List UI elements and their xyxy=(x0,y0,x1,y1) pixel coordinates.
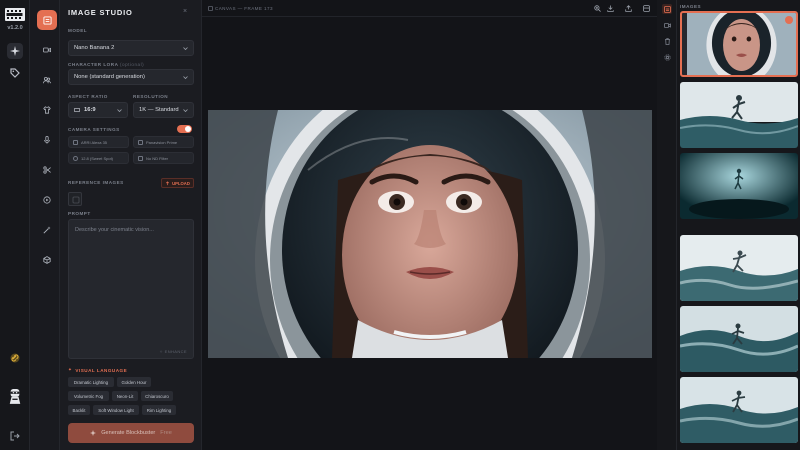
chip-rim-lighting[interactable]: Rim Lighting xyxy=(142,405,176,415)
character-lora-value: None (standard generation) xyxy=(74,74,145,80)
aspect-ratio-label: ASPECT RATIO xyxy=(68,94,108,99)
thumb-underwater-swimmer-4[interactable] xyxy=(680,306,798,372)
canvas-icon xyxy=(208,6,213,11)
chip-backlit[interactable]: Backlit xyxy=(68,405,90,415)
tool-column xyxy=(30,0,60,450)
aspect-ratio-select[interactable]: 16:9 xyxy=(68,102,128,118)
scissors-icon[interactable] xyxy=(40,163,54,177)
selected-badge-icon xyxy=(785,16,793,24)
prompt-label: PROMPT xyxy=(68,211,91,216)
aspect-ratio-value: 16:9 xyxy=(84,107,96,113)
close-icon[interactable]: × xyxy=(183,8,187,15)
upload-icon xyxy=(166,180,170,185)
rectangle-icon xyxy=(74,108,80,112)
thumb-underwater-swimmer-1[interactable] xyxy=(680,82,798,148)
character-lora-select[interactable]: None (standard generation) xyxy=(68,69,194,85)
breadcrumb: CANVAS — FRAME 173 xyxy=(208,6,273,11)
resolution-label: RESOLUTION xyxy=(133,94,169,99)
chip-volumetric-fog[interactable]: Volumetric Fog xyxy=(68,391,109,401)
trash-icon[interactable] xyxy=(662,36,672,46)
reference-images-label: REFERENCE IMAGES xyxy=(68,180,124,185)
canvas-toolbar: CANVAS — FRAME 173 xyxy=(202,0,657,17)
layout-icon[interactable] xyxy=(642,4,651,13)
shirt-icon[interactable] xyxy=(40,103,54,117)
camera-settings-toggle[interactable] xyxy=(177,125,192,133)
thumb-underwater-swimmer-5[interactable] xyxy=(680,377,798,443)
canvas-area: CANVAS — FRAME 173 xyxy=(202,0,657,450)
chip-dramatic-lighting[interactable]: Dramatic Lighting xyxy=(68,377,114,387)
model-value: Nano Banana 2 xyxy=(74,45,115,51)
panel-title: IMAGE STUDIO xyxy=(68,8,133,17)
visual-language-label: ✦ VISUAL LANGUAGE xyxy=(68,367,128,373)
thumb-astronaut-portrait[interactable] xyxy=(680,11,798,77)
tag-icon[interactable] xyxy=(7,65,23,81)
chip-soft-window-light[interactable]: Soft Window Light xyxy=(93,405,139,415)
download-icon[interactable] xyxy=(606,4,615,13)
chevron-down-icon xyxy=(183,76,188,80)
chip-golden-hour[interactable]: Golden Hour xyxy=(117,377,151,387)
resolution-value: 1K — Standard xyxy=(139,107,179,113)
magic-wand-icon[interactable] xyxy=(40,223,54,237)
enhance-button[interactable]: ✧ ENHANCE xyxy=(159,349,187,354)
gear-icon[interactable] xyxy=(662,52,672,62)
image-gallery: IMAGES xyxy=(657,0,800,450)
sparkles-icon[interactable] xyxy=(7,43,23,59)
filter-select[interactable]: No ND Filter xyxy=(133,152,194,164)
mic-icon[interactable] xyxy=(40,133,54,147)
logout-icon[interactable] xyxy=(7,428,23,444)
thumb-underwater-swimmer-3[interactable] xyxy=(680,235,798,301)
gallery-title: IMAGES xyxy=(680,4,702,9)
share-icon[interactable] xyxy=(624,4,633,13)
upload-button[interactable]: UPLOAD xyxy=(161,178,194,188)
chevron-down-icon xyxy=(183,109,188,113)
link-chain-icon[interactable] xyxy=(7,350,23,366)
focal-select[interactable]: 12.8 (Sweet Spot) xyxy=(68,152,129,164)
chip-neon-lit[interactable]: Neon-Lit xyxy=(112,391,138,401)
video-icon[interactable] xyxy=(662,20,672,30)
reference-image-slot[interactable] xyxy=(68,192,82,206)
video-camera-icon[interactable] xyxy=(40,43,54,57)
chevron-down-icon xyxy=(117,109,122,113)
image-placeholder-icon xyxy=(72,196,80,204)
prompt-textarea[interactable]: Describe your cinematic vision... ✧ ENHA… xyxy=(68,219,194,359)
camera-settings-label: CAMERA SETTINGS xyxy=(68,127,120,132)
palette-icon: ✦ xyxy=(68,367,73,372)
ninja-avatar-icon[interactable] xyxy=(7,386,23,406)
play-circle-icon[interactable] xyxy=(40,193,54,207)
model-label: MODEL xyxy=(68,28,88,33)
lens-select[interactable]: Panavision Prime xyxy=(133,136,194,148)
sparkle-icon xyxy=(90,430,97,436)
chip-chiaroscuro[interactable]: Chiaroscuro xyxy=(141,391,173,401)
zoom-in-icon[interactable] xyxy=(593,4,602,13)
gallery-rail xyxy=(657,0,677,450)
camera-body-select[interactable]: ARRI Alexa 35 xyxy=(68,136,129,148)
app-rail: v1.2.0 xyxy=(0,0,30,450)
camera-icon xyxy=(73,139,78,145)
app-version: v1.2.0 xyxy=(7,25,23,31)
aperture-icon xyxy=(73,155,78,161)
image-studio-panel: IMAGE STUDIO × MODEL Nano Banana 2 CHARA… xyxy=(60,0,202,450)
prompt-placeholder: Describe your cinematic vision... xyxy=(75,227,154,233)
lens-icon xyxy=(138,139,143,145)
chevron-down-icon xyxy=(183,47,188,51)
character-lora-label: CHARACTER LORA (optional) xyxy=(68,62,145,67)
thumb-underwater-swimmer-2[interactable] xyxy=(680,153,798,219)
images-icon[interactable] xyxy=(662,4,672,14)
generate-button[interactable]: Generate Blockbuster Free xyxy=(68,423,194,443)
model-select[interactable]: Nano Banana 2 xyxy=(68,40,194,56)
cube-icon[interactable] xyxy=(40,253,54,267)
resolution-select[interactable]: 1K — Standard xyxy=(133,102,194,118)
film-reel-icon[interactable] xyxy=(5,7,25,22)
filter-icon xyxy=(138,155,143,161)
image-studio-icon[interactable] xyxy=(37,10,57,30)
generated-image-astronaut-portrait[interactable] xyxy=(208,110,652,358)
users-icon[interactable] xyxy=(40,73,54,87)
